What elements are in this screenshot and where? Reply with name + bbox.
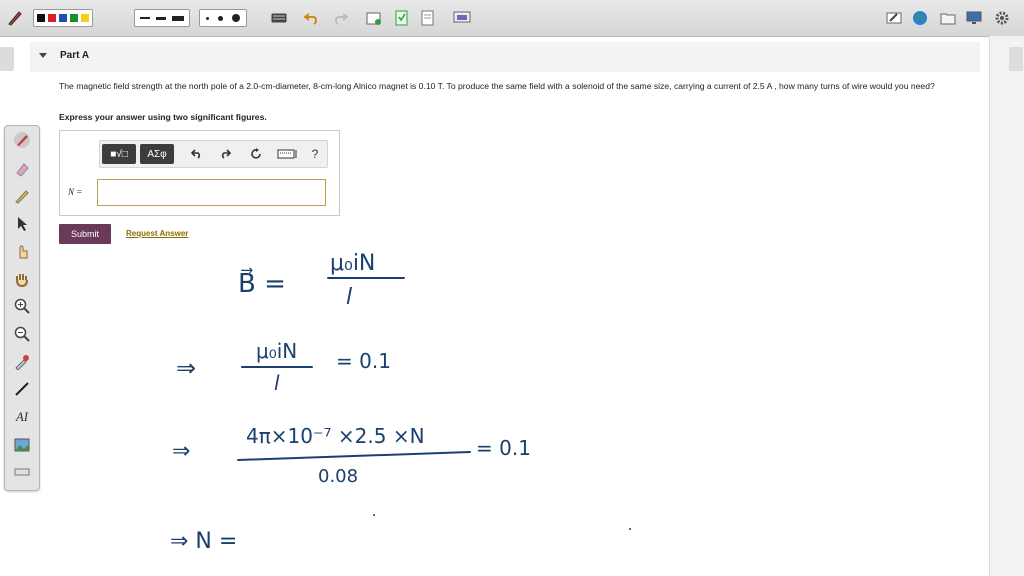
hw-line1-denominator: l bbox=[346, 285, 352, 310]
hw-line2-arrow: ⇒ bbox=[176, 354, 196, 382]
hw-line3-denominator: 0.08 bbox=[318, 466, 358, 487]
hw-line1-numerator: μ₀iN bbox=[330, 251, 375, 276]
handwriting-layer: B⃗ = μ₀iN l ⇒ μ₀iN l = 0.1 ⇒ 4π×10⁻⁷ ×2.… bbox=[170, 251, 631, 554]
hw-stray-dot bbox=[629, 528, 631, 530]
hw-line1-lhs: B⃗ = bbox=[238, 267, 286, 299]
hw-line3-arrow: ⇒ bbox=[172, 439, 190, 464]
hw-line3-fraction-bar bbox=[237, 451, 471, 461]
hw-stray-dot bbox=[373, 514, 375, 516]
hw-line2-rhs: = 0.1 bbox=[336, 349, 391, 373]
hw-line4: ⇒ N = bbox=[170, 529, 237, 554]
hw-line3-rhs: = 0.1 bbox=[476, 436, 531, 460]
hw-line2-numerator: μ₀iN bbox=[256, 339, 297, 363]
hw-line2-denominator: l bbox=[274, 371, 280, 395]
hw-line3-numerator: 4π×10⁻⁷ ×2.5 ×N bbox=[246, 424, 425, 448]
